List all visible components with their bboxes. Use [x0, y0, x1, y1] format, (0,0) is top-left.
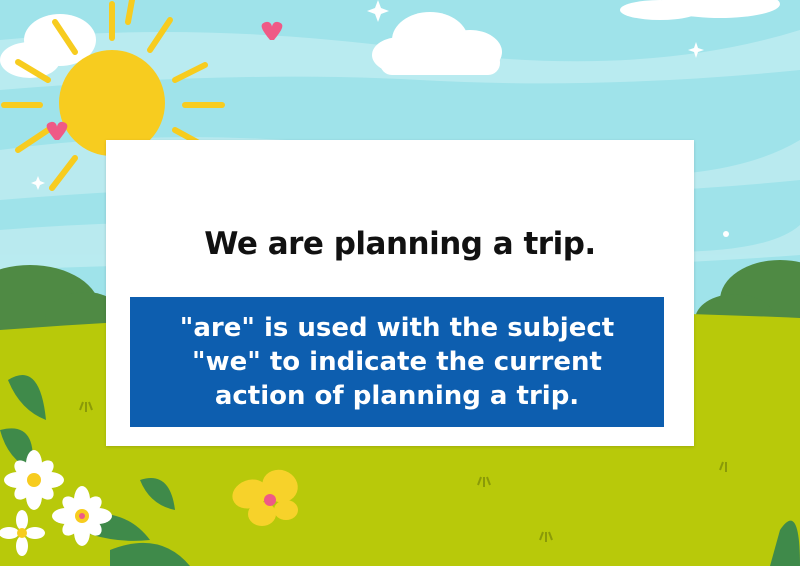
explanation-line: "are" is used with the subject — [179, 313, 615, 343]
sentence-card: We are planning a trip. "are" is used wi… — [106, 140, 694, 446]
explanation-text: "are" is used with the subject "we" to i… — [130, 311, 664, 413]
example-sentence: We are planning a trip. — [204, 226, 596, 262]
explanation-line: "we" to indicate the current — [192, 347, 602, 377]
explanation-box: "are" is used with the subject "we" to i… — [130, 297, 664, 427]
explanation-line: action of planning a trip. — [214, 381, 580, 411]
